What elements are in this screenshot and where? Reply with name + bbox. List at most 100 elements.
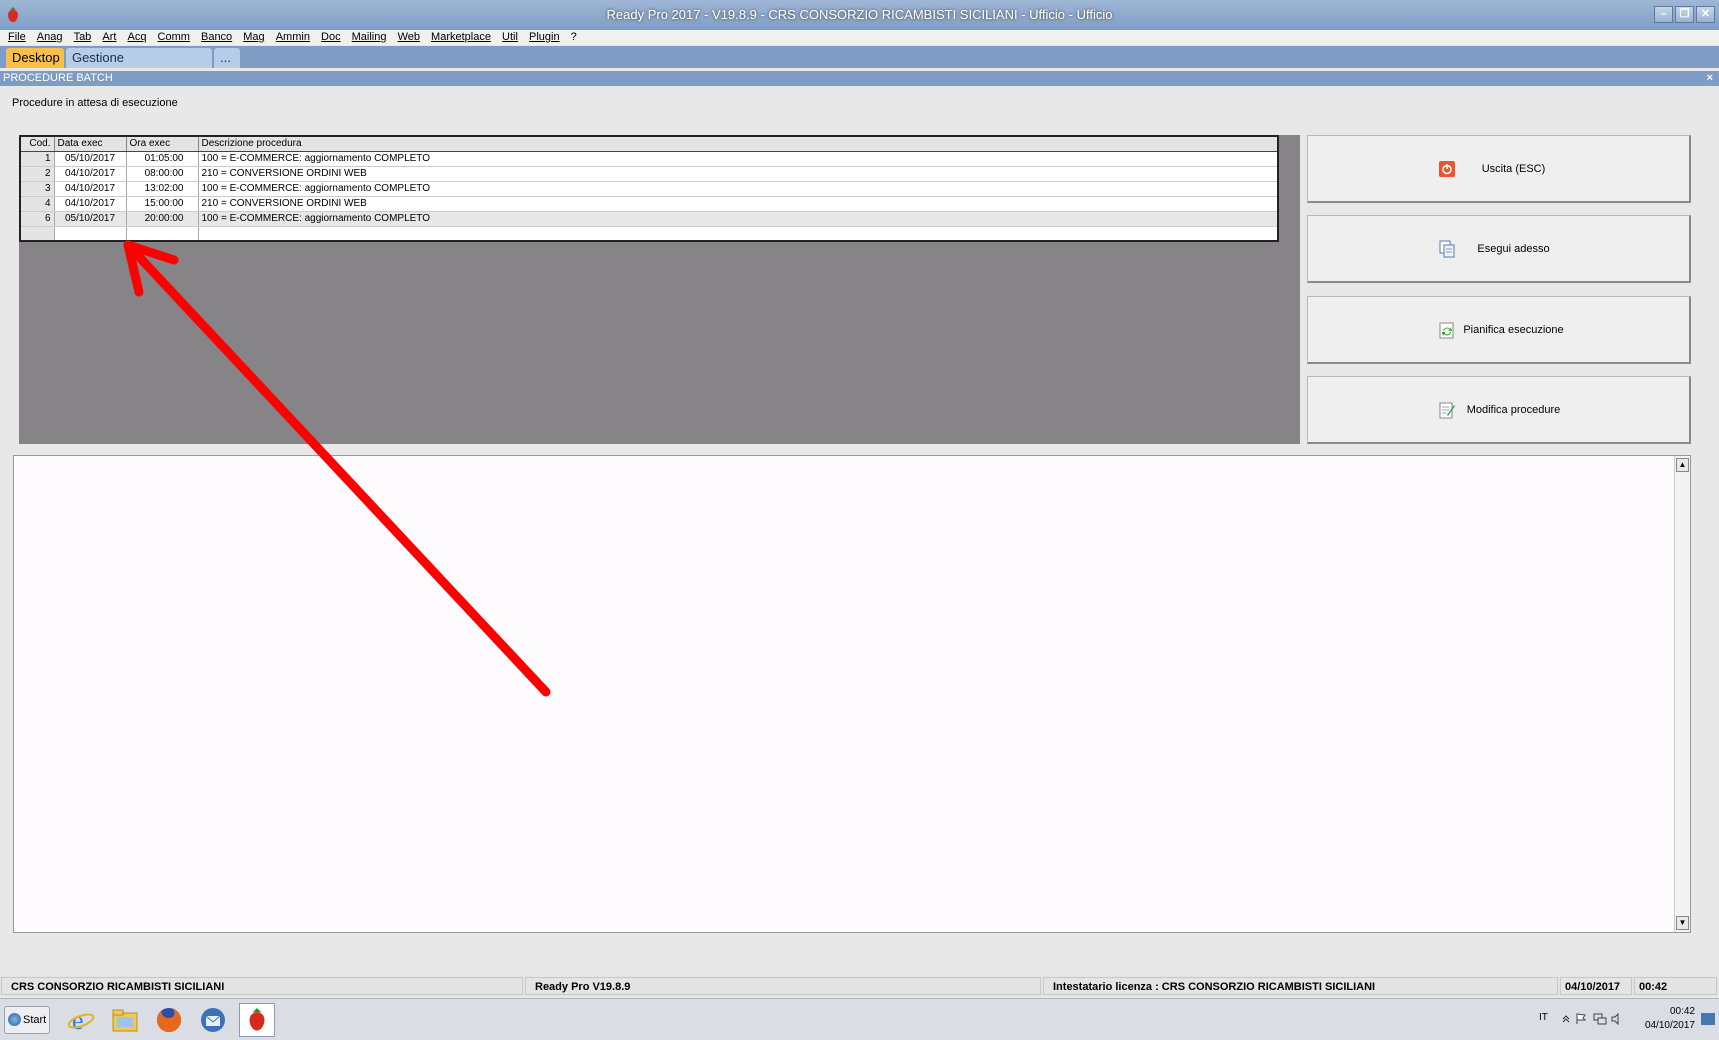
edit-document-icon: [1439, 402, 1455, 419]
recycle-document-icon: [1439, 322, 1454, 339]
menu-comm[interactable]: Comm: [158, 30, 190, 45]
cell-time[interactable]: 15:00:00: [126, 196, 199, 212]
cell-date[interactable]: 04/10/2017: [54, 196, 127, 212]
cell-description[interactable]: 100 = E-COMMERCE: aggiornamento COMPLETO: [198, 151, 1279, 167]
menu-web[interactable]: Web: [398, 30, 420, 45]
vertical-scrollbar[interactable]: ▲ ▼: [1674, 456, 1690, 932]
cell-time[interactable]: [126, 226, 199, 242]
thunderbird-icon[interactable]: [195, 1003, 231, 1037]
menu-util[interactable]: Util: [502, 30, 518, 45]
cell-description[interactable]: 100 = E-COMMERCE: aggiornamento COMPLETO: [198, 181, 1279, 197]
cell-cod[interactable]: [20, 226, 55, 242]
menu-marketplace[interactable]: Marketplace: [431, 30, 491, 45]
panel-header: PROCEDURE BATCH ×: [0, 71, 1719, 86]
menu-mag[interactable]: Mag: [243, 30, 264, 45]
firefox-icon[interactable]: [151, 1003, 187, 1037]
scroll-up-icon[interactable]: ▲: [1676, 458, 1689, 472]
cell-date[interactable]: [54, 226, 127, 242]
panel-subtitle: Procedure in attesa di esecuzione: [12, 97, 178, 109]
menu-acq[interactable]: Acq: [128, 30, 147, 45]
table-row[interactable]: 4 04/10/2017 15:00:00 210 = CONVERSIONE …: [20, 196, 1279, 212]
menu-mailing[interactable]: Mailing: [352, 30, 387, 45]
system-clock[interactable]: 00:42 04/10/2017: [1645, 1005, 1695, 1033]
exit-button-label: Uscita (ESC): [1481, 162, 1546, 175]
col-header-cod[interactable]: Cod.: [20, 136, 55, 152]
menu-file[interactable]: File: [8, 30, 26, 45]
cell-time[interactable]: 20:00:00: [126, 211, 199, 227]
edit-procedures-button[interactable]: Modifica procedure: [1307, 376, 1691, 444]
menu-doc[interactable]: Doc: [321, 30, 341, 45]
panel-title: PROCEDURE BATCH: [3, 72, 113, 84]
restore-button[interactable]: ❐: [1675, 6, 1694, 23]
menu-banco[interactable]: Banco: [201, 30, 232, 45]
col-header-date[interactable]: Data exec: [54, 136, 127, 152]
taskbar: Start e IT 00:42 04/10/2017: [0, 998, 1719, 1040]
start-button[interactable]: Start: [4, 1006, 50, 1034]
close-button[interactable]: ✕: [1696, 6, 1715, 23]
scroll-down-icon[interactable]: ▼: [1676, 916, 1689, 930]
cell-date[interactable]: 04/10/2017: [54, 181, 127, 197]
table-row[interactable]: 1 05/10/2017 01:05:00 100 = E-COMMERCE: …: [20, 151, 1279, 167]
table-row[interactable]: 6 05/10/2017 20:00:00 100 = E-COMMERCE: …: [20, 211, 1279, 227]
panel-close-button[interactable]: ×: [1707, 71, 1713, 86]
cell-time[interactable]: 13:02:00: [126, 181, 199, 197]
cell-time[interactable]: 08:00:00: [126, 166, 199, 182]
cell-cod[interactable]: 1: [20, 151, 55, 167]
cell-cod[interactable]: 4: [20, 196, 55, 212]
table-row[interactable]: 3 04/10/2017 13:02:00 100 = E-COMMERCE: …: [20, 181, 1279, 197]
cell-description[interactable]: [198, 226, 1279, 242]
status-time: 00:42: [1634, 977, 1717, 995]
cell-date[interactable]: 05/10/2017: [54, 151, 127, 167]
documents-icon: [1439, 240, 1455, 258]
schedule-button[interactable]: Pianifica esecuzione: [1307, 296, 1691, 364]
clock-time: 00:42: [1669, 1006, 1695, 1017]
cell-description[interactable]: 100 = E-COMMERCE: aggiornamento COMPLETO: [198, 211, 1279, 227]
cell-date[interactable]: 04/10/2017: [54, 166, 127, 182]
language-indicator[interactable]: IT: [1539, 1012, 1548, 1023]
volume-icon[interactable]: [1611, 1012, 1623, 1026]
menu-art[interactable]: Art: [102, 30, 116, 45]
table-row[interactable]: 2 04/10/2017 08:00:00 210 = CONVERSIONE …: [20, 166, 1279, 182]
show-hidden-icons-icon[interactable]: [1561, 1013, 1573, 1025]
run-now-button-label: Esegui adesso: [1477, 242, 1550, 255]
table-header-row: Cod. Data exec Ora exec Descrizione proc…: [20, 136, 1279, 152]
tab-messaging[interactable]: Gestione messaggistica: [66, 48, 212, 85]
tab-desktop[interactable]: Desktop: [6, 48, 64, 68]
cell-cod[interactable]: 6: [20, 211, 55, 227]
tab-more[interactable]: ...: [214, 48, 240, 68]
menu-tab[interactable]: Tab: [74, 30, 92, 45]
cell-cod[interactable]: 2: [20, 166, 55, 182]
col-header-time[interactable]: Ora exec: [126, 136, 199, 152]
ready-pro-taskbar-icon[interactable]: [239, 1003, 275, 1037]
cell-date[interactable]: 05/10/2017: [54, 211, 127, 227]
internet-explorer-icon[interactable]: e: [63, 1003, 99, 1037]
cell-cod[interactable]: 3: [20, 181, 55, 197]
menu-anag[interactable]: Anag: [37, 30, 63, 45]
menu-ammin[interactable]: Ammin: [276, 30, 310, 45]
windows-orb-icon: [8, 1013, 21, 1026]
log-textarea[interactable]: ▲ ▼: [13, 455, 1691, 933]
flag-icon[interactable]: [1575, 1013, 1587, 1025]
show-desktop-icon[interactable]: [1701, 1013, 1715, 1025]
status-bar: CRS CONSORZIO RICAMBISTI SICILIANI Ready…: [0, 976, 1719, 996]
minimize-button[interactable]: –: [1654, 6, 1673, 23]
network-icon[interactable]: [1593, 1013, 1607, 1025]
schedule-button-label: Pianifica esecuzione: [1463, 323, 1564, 336]
window-title: Ready Pro 2017 - V19.8.9 - CRS CONSORZIO…: [606, 7, 1113, 22]
status-license: Intestatario licenza : CRS CONSORZIO RIC…: [1043, 977, 1558, 995]
table-row-new[interactable]: [20, 226, 1279, 242]
col-header-description[interactable]: Descrizione procedura: [198, 136, 1279, 152]
file-explorer-icon[interactable]: [107, 1003, 143, 1037]
cell-description[interactable]: 210 = CONVERSIONE ORDINI WEB: [198, 166, 1279, 182]
clock-date: 04/10/2017: [1644, 1020, 1695, 1031]
menu-help[interactable]: ?: [571, 30, 577, 45]
edit-procedures-button-label: Modifica procedure: [1466, 403, 1561, 416]
procedures-table: Cod. Data exec Ora exec Descrizione proc…: [19, 135, 1279, 242]
run-now-button[interactable]: Esegui adesso: [1307, 215, 1691, 283]
exit-button[interactable]: Uscita (ESC): [1307, 135, 1691, 203]
procedures-grid-area: Cod. Data exec Ora exec Descrizione proc…: [19, 135, 1300, 444]
menu-plugin[interactable]: Plugin: [529, 30, 560, 45]
title-bar: Ready Pro 2017 - V19.8.9 - CRS CONSORZIO…: [0, 0, 1719, 30]
cell-description[interactable]: 210 = CONVERSIONE ORDINI WEB: [198, 196, 1279, 212]
cell-time[interactable]: 01:05:00: [126, 151, 199, 167]
